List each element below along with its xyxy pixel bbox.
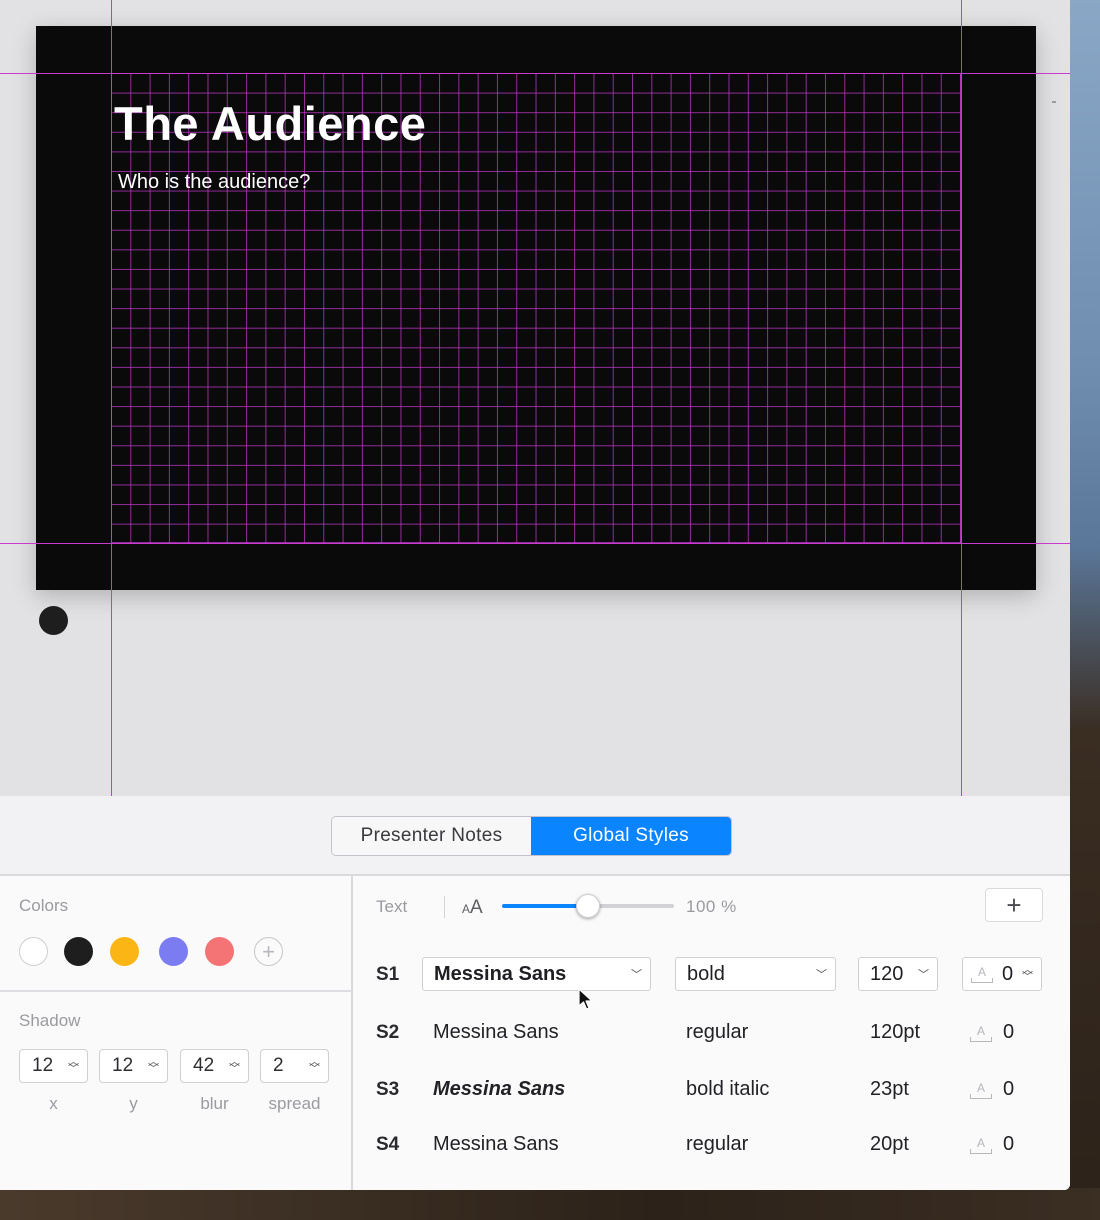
color-swatch-white[interactable] xyxy=(19,937,48,966)
style-font[interactable]: Messina Sans xyxy=(433,1078,565,1101)
mouse-pointer-icon xyxy=(578,988,593,1010)
font-size-select[interactable]: 120 ﹀ xyxy=(858,957,938,991)
shadow-spread-caption: spread xyxy=(268,1094,321,1113)
tracking-stepper[interactable]: A 0 ︿ ﹀ xyxy=(962,957,1042,991)
global-styles-panel: Colors + Shadow 12 ︿ ﹀ 12 ︿ ﹀ 42 ︿ ﹀ 2 ︿… xyxy=(0,874,1070,1190)
shadow-x-caption: x xyxy=(49,1094,58,1113)
desktop-background xyxy=(0,1188,1100,1220)
shadow-label: Shadow xyxy=(19,1011,81,1030)
style-weight[interactable]: bold italic xyxy=(686,1078,769,1101)
resize-mark xyxy=(1052,101,1056,103)
style-tracking[interactable]: 0 xyxy=(1003,1078,1014,1101)
shadow-y-stepper[interactable]: 12 ︿ ﹀ xyxy=(99,1049,168,1083)
style-font[interactable]: Messina Sans xyxy=(433,1133,559,1156)
plus-icon: + xyxy=(1006,890,1022,920)
shadow-spread-value: 2 xyxy=(273,1055,284,1076)
stepper-arrows-icon[interactable]: ︿ ﹀ xyxy=(309,1057,320,1075)
font-weight-value: bold xyxy=(687,962,725,985)
horizontal-guide-top[interactable] xyxy=(0,73,1070,74)
app-window: The Audience Who is the audience? Presen… xyxy=(0,0,1070,1190)
plus-circle-icon[interactable]: + xyxy=(254,937,283,966)
font-size-icon: AA xyxy=(462,897,483,918)
shadow-x-stepper[interactable]: 12 ︿ ﹀ xyxy=(19,1049,88,1083)
chevron-down-icon: ﹀ xyxy=(816,969,827,981)
slide-canvas[interactable]: The Audience Who is the audience? xyxy=(0,0,1070,796)
style-id-s4: S4 xyxy=(376,1134,400,1155)
horizontal-guide-bottom[interactable] xyxy=(0,543,1070,544)
shadow-blur-caption: blur xyxy=(200,1094,229,1113)
stepper-arrows-icon[interactable]: ︿ ﹀ xyxy=(68,1057,79,1075)
style-weight[interactable]: regular xyxy=(686,1133,748,1156)
shadow-spread-stepper[interactable]: 2 ︿ ﹀ xyxy=(260,1049,329,1083)
letter-spacing-icon: A xyxy=(970,1081,992,1099)
text-styles-column: Text AA 100 % + S1 Messina Sans ﹀ bold ﹀ xyxy=(355,876,1070,1190)
stepper-arrows-icon[interactable]: ︿ ﹀ xyxy=(148,1057,159,1075)
style-id-s1: S1 xyxy=(376,964,400,985)
style-weight[interactable]: regular xyxy=(686,1021,748,1044)
separator xyxy=(444,896,445,918)
section-divider xyxy=(0,990,351,992)
stepper-arrows-icon[interactable]: ︿ ﹀ xyxy=(229,1057,240,1075)
bottom-panel: Presenter Notes Global Styles Colors + S… xyxy=(0,796,1070,1190)
style-size[interactable]: 23pt xyxy=(870,1078,909,1101)
colors-shadow-column: Colors + Shadow 12 ︿ ﹀ 12 ︿ ﹀ 42 ︿ ﹀ 2 ︿… xyxy=(0,876,353,1190)
slider-knob[interactable] xyxy=(576,894,600,918)
text-label: Text xyxy=(376,897,408,916)
letter-spacing-icon: A xyxy=(971,965,993,983)
color-swatch-purple[interactable] xyxy=(159,937,188,966)
segmented-control: Presenter Notes Global Styles xyxy=(331,816,732,856)
style-id-s3: S3 xyxy=(376,1079,400,1100)
style-font[interactable]: Messina Sans xyxy=(433,1021,559,1044)
slide-title[interactable]: The Audience xyxy=(114,96,426,151)
shadow-x-value: 12 xyxy=(32,1055,54,1076)
color-swatch-black[interactable] xyxy=(64,937,93,966)
font-weight-select[interactable]: bold ﹀ xyxy=(675,957,836,991)
color-swatch-red[interactable] xyxy=(205,937,234,966)
shadow-blur-stepper[interactable]: 42 ︿ ﹀ xyxy=(180,1049,249,1083)
tab-global-styles[interactable]: Global Styles xyxy=(531,817,731,855)
vertical-guide-right[interactable] xyxy=(961,0,962,796)
style-id-s2: S2 xyxy=(376,1022,400,1043)
font-family-select[interactable]: Messina Sans ﹀ xyxy=(422,957,651,991)
style-tracking[interactable]: 0 xyxy=(1003,1133,1014,1156)
text-scale-value: 100 % xyxy=(686,897,737,916)
slide[interactable]: The Audience Who is the audience? xyxy=(36,26,1036,590)
add-style-button[interactable]: + xyxy=(985,888,1043,922)
stepper-arrows-icon[interactable]: ︿ ﹀ xyxy=(1022,965,1033,983)
font-family-value: Messina Sans xyxy=(434,962,567,985)
shadow-y-caption: y xyxy=(129,1094,138,1113)
colors-label: Colors xyxy=(19,896,69,915)
shadow-y-value: 12 xyxy=(112,1055,134,1076)
letter-spacing-icon: A xyxy=(970,1136,992,1154)
text-scale-slider[interactable] xyxy=(502,894,674,918)
style-size[interactable]: 20pt xyxy=(870,1133,909,1156)
record-button[interactable] xyxy=(39,606,68,635)
tracking-value: 0 xyxy=(1001,962,1014,985)
vertical-guide-left[interactable] xyxy=(111,0,112,796)
color-swatch-yellow[interactable] xyxy=(110,937,139,966)
shadow-blur-value: 42 xyxy=(193,1055,215,1076)
tab-presenter-notes[interactable]: Presenter Notes xyxy=(332,817,531,855)
chevron-down-icon: ﹀ xyxy=(631,969,642,981)
style-size[interactable]: 120pt xyxy=(870,1021,920,1044)
style-tracking[interactable]: 0 xyxy=(1003,1021,1014,1044)
font-size-value: 120 xyxy=(870,962,904,985)
letter-spacing-icon: A xyxy=(970,1024,992,1042)
slide-subtitle[interactable]: Who is the audience? xyxy=(118,171,310,194)
chevron-down-icon: ﹀ xyxy=(918,969,929,981)
